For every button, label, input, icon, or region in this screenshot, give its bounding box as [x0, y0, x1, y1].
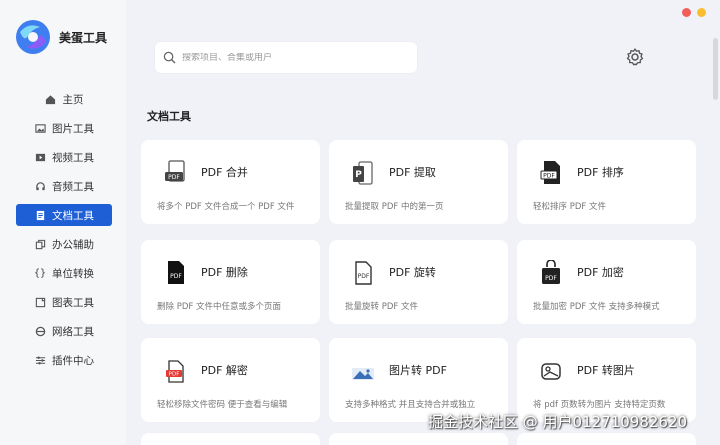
home-icon	[45, 93, 57, 105]
svg-text:P: P	[355, 170, 362, 180]
tool-description: 将多个 PDF 文件合成一个 PDF 文件	[157, 202, 295, 212]
sidebar-item-image-tools[interactable]: 图片工具	[16, 117, 112, 139]
video-icon	[34, 151, 46, 163]
tool-description: 批量加密 PDF 文件 支持多种模式	[533, 302, 660, 312]
svg-text:PDF: PDF	[543, 173, 555, 180]
tool-title: PDF 排序	[577, 166, 624, 179]
tool-title: PDF 旋转	[389, 266, 436, 279]
sidebar-item-label: 视频工具	[52, 151, 94, 164]
sliders-icon	[34, 354, 46, 366]
sidebar: 美蛋工具 主页 图片工具 视频工具 音频工具 文档工具 办公辅助 {} 单位转换	[0, 0, 126, 445]
tool-title: PDF 删除	[201, 266, 248, 279]
sidebar-item-document-tools[interactable]: 文档工具	[16, 204, 112, 226]
sidebar-item-label: 音频工具	[52, 180, 94, 193]
tool-card-pdf-delete[interactable]: PDF PDF 删除 删除 PDF 文件中任意或多个页面	[141, 240, 320, 324]
search-input[interactable]	[182, 52, 402, 63]
tool-description: 轻松排序 PDF 文件	[533, 202, 606, 212]
tool-description: 删除 PDF 文件中任意或多个页面	[157, 302, 281, 312]
svg-text:PDF: PDF	[545, 275, 557, 282]
document-icon	[34, 209, 46, 221]
gear-icon[interactable]	[625, 47, 645, 67]
sidebar-item-label: 办公辅助	[52, 238, 94, 251]
search-bar[interactable]	[155, 42, 417, 73]
tool-card-image-to-pdf[interactable]: 图片转 PDF 支持多种格式 并且支持合并或独立	[329, 338, 508, 422]
sidebar-item-label: 文档工具	[52, 209, 94, 222]
tool-description: 批量旋转 PDF 文件	[345, 302, 418, 312]
window-controls	[682, 8, 706, 17]
pdf-delete-icon: PDF	[168, 261, 184, 284]
tool-card-pdf-merge[interactable]: PDF PDF 合并 将多个 PDF 文件合成一个 PDF 文件	[141, 140, 320, 224]
image-to-pdf-icon	[352, 368, 374, 380]
tool-title: PDF 解密	[201, 364, 248, 377]
braces-icon: {}	[33, 267, 47, 279]
pdf-extract-icon: P	[353, 161, 373, 185]
pdf-rotate-icon: PDF	[355, 261, 372, 285]
svg-text:PDF: PDF	[358, 273, 370, 280]
sidebar-item-video-tools[interactable]: 视频工具	[16, 146, 112, 168]
svg-text:PDF: PDF	[170, 273, 182, 280]
tool-description: 批量提取 PDF 中的第一页	[345, 202, 444, 212]
sidebar-item-label: 网络工具	[52, 325, 94, 338]
tool-card-pdf-extract[interactable]: P PDF 提取 批量提取 PDF 中的第一页	[329, 140, 508, 224]
svg-text:PDF: PDF	[169, 372, 180, 378]
pdf-decrypt-icon: PDF	[166, 360, 184, 383]
tool-description: 轻松移除文件密码 便于查看与编辑	[157, 400, 288, 410]
sidebar-item-unit-convert[interactable]: {} 单位转换	[16, 262, 112, 284]
close-window-button[interactable]	[682, 8, 691, 17]
pdf-to-image-icon	[541, 363, 561, 380]
watermark: 掘金技术社区 @ 用户012710982620	[428, 413, 688, 431]
tool-card-partial[interactable]	[141, 433, 320, 445]
tool-card-pdf-rotate[interactable]: PDF PDF 旋转 批量旋转 PDF 文件	[329, 240, 508, 324]
tool-title: 图片转 PDF	[389, 364, 447, 377]
sidebar-item-label: 图片工具	[52, 122, 94, 135]
pdf-sort-icon: PDF	[540, 161, 560, 184]
brand: 美蛋工具	[14, 18, 107, 56]
sidebar-item-label: 插件中心	[52, 354, 94, 367]
sidebar-item-network-tools[interactable]: 网络工具	[16, 320, 112, 342]
sidebar-item-office-assist[interactable]: 办公辅助	[16, 233, 112, 255]
tool-description: 支持多种格式 并且支持合并或独立	[345, 400, 476, 410]
tool-title: PDF 加密	[577, 266, 624, 279]
tool-card-partial[interactable]	[329, 433, 508, 445]
sidebar-item-label: 单位转换	[52, 267, 94, 280]
sidebar-item-plugin-center[interactable]: 插件中心	[16, 349, 112, 371]
svg-text:PDF: PDF	[168, 174, 180, 181]
sidebar-item-chart-tools[interactable]: 图表工具	[16, 291, 112, 313]
image-icon	[34, 122, 46, 134]
copy-icon	[34, 238, 46, 250]
scrollbar[interactable]	[713, 38, 718, 100]
tool-card-partial[interactable]	[517, 433, 696, 445]
app-logo-icon	[16, 20, 50, 54]
sidebar-item-label: 主页	[62, 93, 84, 106]
browser-icon	[34, 325, 46, 337]
app-name: 美蛋工具	[59, 30, 108, 45]
sidebar-item-label: 图表工具	[52, 296, 94, 309]
tool-title: PDF 提取	[389, 166, 436, 179]
audio-icon	[34, 180, 46, 192]
sidebar-item-audio-tools[interactable]: 音频工具	[16, 175, 112, 197]
section-title: 文档工具	[147, 110, 191, 123]
tool-description: 将 pdf 页数转为图片 支持特定页数	[533, 400, 666, 410]
search-icon	[163, 51, 176, 64]
tool-title: PDF 转图片	[577, 364, 635, 377]
tool-card-pdf-to-image[interactable]: PDF 转图片 将 pdf 页数转为图片 支持特定页数	[517, 338, 696, 422]
chart-icon	[34, 296, 46, 308]
sidebar-item-home[interactable]: 主页	[16, 88, 112, 110]
tool-card-pdf-encrypt[interactable]: PDF PDF 加密 批量加密 PDF 文件 支持多种模式	[517, 240, 696, 324]
tool-title: PDF 合并	[201, 166, 248, 179]
pdf-encrypt-icon: PDF	[542, 260, 560, 284]
tool-card-pdf-sort[interactable]: PDF PDF 排序 轻松排序 PDF 文件	[517, 140, 696, 224]
pdf-merge-icon: PDF	[165, 160, 185, 182]
tool-card-pdf-decrypt[interactable]: PDF PDF 解密 轻松移除文件密码 便于查看与编辑	[141, 338, 320, 422]
minimize-window-button[interactable]	[697, 8, 706, 17]
